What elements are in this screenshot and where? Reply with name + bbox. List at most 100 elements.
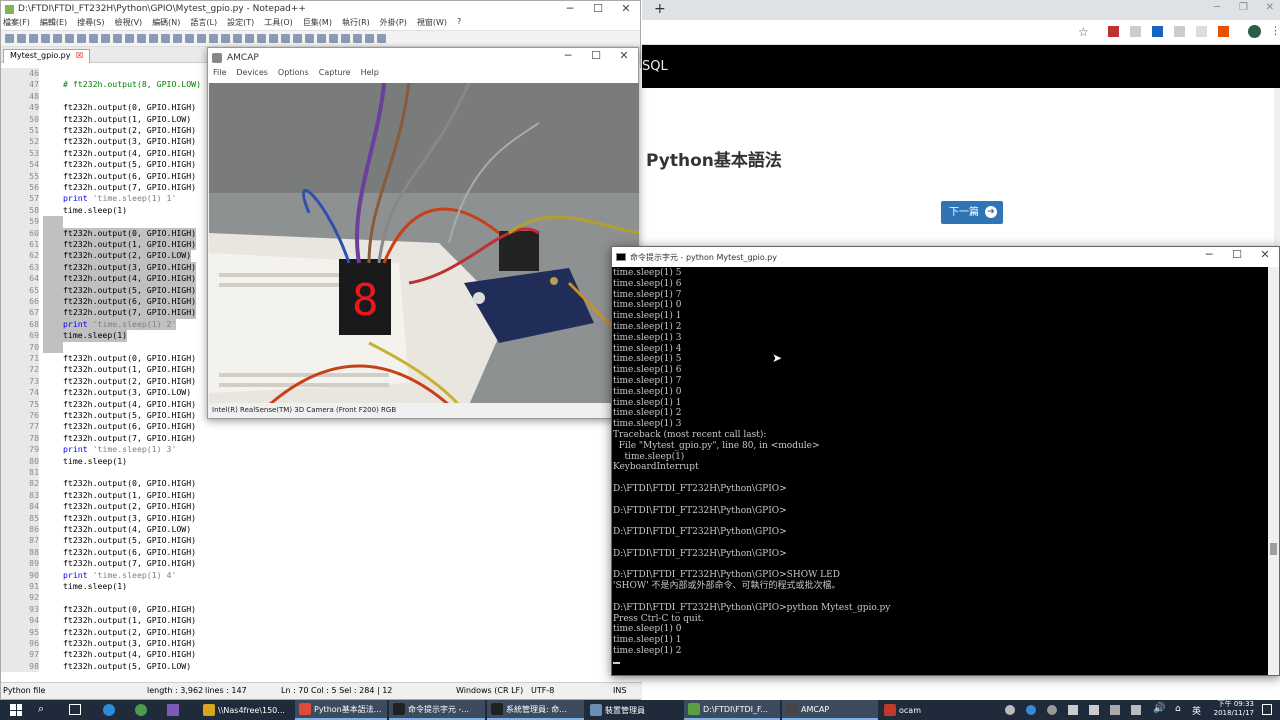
code-line[interactable]: 78 ft232h.output(7, GPIO.HIGH) xyxy=(1,432,642,445)
menu-item[interactable]: 外掛(P) xyxy=(380,17,407,30)
bookmark-star-icon[interactable]: ☆ xyxy=(1078,25,1089,39)
scroll-thumb[interactable] xyxy=(1270,543,1277,555)
dropbox-icon[interactable] xyxy=(1089,705,1099,715)
maximize-icon[interactable]: ☐ xyxy=(1223,247,1251,267)
code-line[interactable]: 80 time.sleep(1) xyxy=(1,455,642,467)
menu-item[interactable]: Help xyxy=(361,68,379,83)
stop-icon[interactable] xyxy=(329,34,338,43)
code-line[interactable]: 87 ft232h.output(5, GPIO.HIGH) xyxy=(1,535,642,547)
ime-indicator[interactable]: 英 xyxy=(1192,704,1201,717)
zoom-out-icon[interactable] xyxy=(185,34,194,43)
app-icon[interactable] xyxy=(135,704,147,716)
extension-icon[interactable] xyxy=(1174,26,1185,37)
redo-icon[interactable] xyxy=(137,34,146,43)
close-tab-icon[interactable]: ☒ xyxy=(76,51,83,60)
lang-icon[interactable] xyxy=(257,34,266,43)
code-line[interactable]: 98 ft232h.output(5, GPIO.LOW) xyxy=(1,660,642,673)
menu-item[interactable]: File xyxy=(213,68,226,83)
sync-v-icon[interactable] xyxy=(197,34,206,43)
tray-icon[interactable] xyxy=(1110,705,1120,715)
doc-map-icon[interactable] xyxy=(269,34,278,43)
code-line[interactable]: 90 print 'time.sleep(1) 4' xyxy=(1,569,642,581)
close-all-icon[interactable] xyxy=(65,34,74,43)
restore-icon[interactable]: ❐ xyxy=(1239,2,1248,13)
code-line[interactable]: 95 ft232h.output(2, GPIO.HIGH) xyxy=(1,626,642,638)
play-icon[interactable] xyxy=(341,34,350,43)
taskbar-item[interactable]: Python基本語法... xyxy=(295,700,387,720)
new-tab-button[interactable]: + xyxy=(654,1,666,17)
code-line[interactable]: 94 ft232h.output(1, GPIO.HIGH) xyxy=(1,615,642,627)
header-nav-item[interactable]: SQL xyxy=(642,59,668,74)
search-icon[interactable]: ⌕ xyxy=(38,702,44,716)
code-line[interactable]: 93 ft232h.output(0, GPIO.HIGH) xyxy=(1,603,642,616)
menu-item[interactable]: 視窗(W) xyxy=(417,17,447,30)
extension-icon[interactable] xyxy=(1196,26,1207,37)
console-output[interactable]: time.sleep(1) 5 time.sleep(1) 6 time.sleep… xyxy=(612,268,1268,674)
maximize-icon[interactable]: ☐ xyxy=(584,1,612,17)
save-all-icon[interactable] xyxy=(41,34,50,43)
menu-item[interactable]: Options xyxy=(278,68,309,83)
next-article-button[interactable]: 下一篇 ➜ xyxy=(941,201,1003,224)
minimize-icon[interactable]: ─ xyxy=(1195,247,1223,267)
close-icon[interactable]: ✕ xyxy=(610,48,638,68)
menu-item[interactable]: Capture xyxy=(319,68,351,83)
code-line[interactable]: 96 ft232h.output(3, GPIO.HIGH) xyxy=(1,638,642,650)
menu-item[interactable]: Devices xyxy=(236,68,268,83)
clock[interactable]: 下午 09:33 2018/11/17 xyxy=(1210,700,1254,718)
menu-item[interactable]: 巨集(M) xyxy=(303,17,332,30)
tray-icon[interactable] xyxy=(1068,705,1078,715)
menu-item[interactable]: ? xyxy=(457,17,461,30)
code-line[interactable]: 85 ft232h.output(3, GPIO.HIGH) xyxy=(1,512,642,524)
code-line[interactable]: 77 ft232h.output(6, GPIO.HIGH) xyxy=(1,421,642,433)
maximize-icon[interactable]: ☐ xyxy=(582,48,610,68)
network-icon[interactable] xyxy=(1131,705,1141,715)
zoom-in-icon[interactable] xyxy=(173,34,182,43)
copy-icon[interactable] xyxy=(101,34,110,43)
monitor-icon[interactable] xyxy=(305,34,314,43)
menu-item[interactable]: 檢視(V) xyxy=(114,17,142,30)
code-line[interactable]: 88 ft232h.output(6, GPIO.HIGH) xyxy=(1,546,642,559)
taskbar-item[interactable]: 系統管理員: 命... xyxy=(487,700,584,720)
notification-icon[interactable] xyxy=(1262,704,1272,715)
replace-icon[interactable] xyxy=(161,34,170,43)
menu-item[interactable]: 編碼(N) xyxy=(152,17,180,30)
menu-icon[interactable]: ⋮ xyxy=(1270,24,1280,37)
print-icon[interactable] xyxy=(77,34,86,43)
code-line[interactable]: 81 xyxy=(1,467,642,479)
func-list-icon[interactable] xyxy=(281,34,290,43)
show-all-icon[interactable] xyxy=(233,34,242,43)
code-line[interactable]: 83 ft232h.output(1, GPIO.HIGH) xyxy=(1,489,642,502)
tab-mytest-gpio[interactable]: Mytest_gpio.py ☒ xyxy=(3,49,91,63)
new-file-icon[interactable] xyxy=(5,34,14,43)
minimize-icon[interactable]: ─ xyxy=(1214,2,1220,13)
sync-h-icon[interactable] xyxy=(209,34,218,43)
paste-icon[interactable] xyxy=(113,34,122,43)
menu-item[interactable]: 執行(R) xyxy=(342,17,370,30)
undo-icon[interactable] xyxy=(125,34,134,43)
record-icon[interactable] xyxy=(317,34,326,43)
code-line[interactable]: 89 ft232h.output(7, GPIO.HIGH) xyxy=(1,558,642,570)
open-file-icon[interactable] xyxy=(17,34,26,43)
code-line[interactable]: 86 ft232h.output(4, GPIO.LOW) xyxy=(1,524,642,536)
minimize-icon[interactable]: ─ xyxy=(556,1,584,17)
code-line[interactable]: 91 time.sleep(1) xyxy=(1,581,642,593)
cut-icon[interactable] xyxy=(89,34,98,43)
menu-item[interactable]: 工具(O) xyxy=(264,17,293,30)
console-scrollbar[interactable] xyxy=(1268,267,1279,675)
menu-item[interactable]: 編輯(E) xyxy=(40,17,67,30)
menu-item[interactable]: 設定(T) xyxy=(227,17,254,30)
extension-icon[interactable] xyxy=(1108,26,1119,37)
code-line[interactable]: 97 ft232h.output(4, GPIO.HIGH) xyxy=(1,649,642,661)
find-icon[interactable] xyxy=(149,34,158,43)
close-icon[interactable]: ✕ xyxy=(1251,247,1279,267)
code-line[interactable]: 84 ft232h.output(2, GPIO.HIGH) xyxy=(1,501,642,513)
code-line[interactable]: 79 print 'time.sleep(1) 3' xyxy=(1,444,642,456)
start-icon[interactable] xyxy=(10,704,22,716)
app-icon[interactable] xyxy=(103,704,115,716)
save-icon[interactable] xyxy=(29,34,38,43)
tray-icon[interactable] xyxy=(1047,705,1057,715)
taskbar-item[interactable]: 裝置管理員 xyxy=(586,700,682,720)
close-icon[interactable]: ✕ xyxy=(612,1,640,17)
taskbar-item[interactable]: 命令提示字元 -... xyxy=(389,700,485,720)
extension-icon[interactable] xyxy=(1152,26,1163,37)
